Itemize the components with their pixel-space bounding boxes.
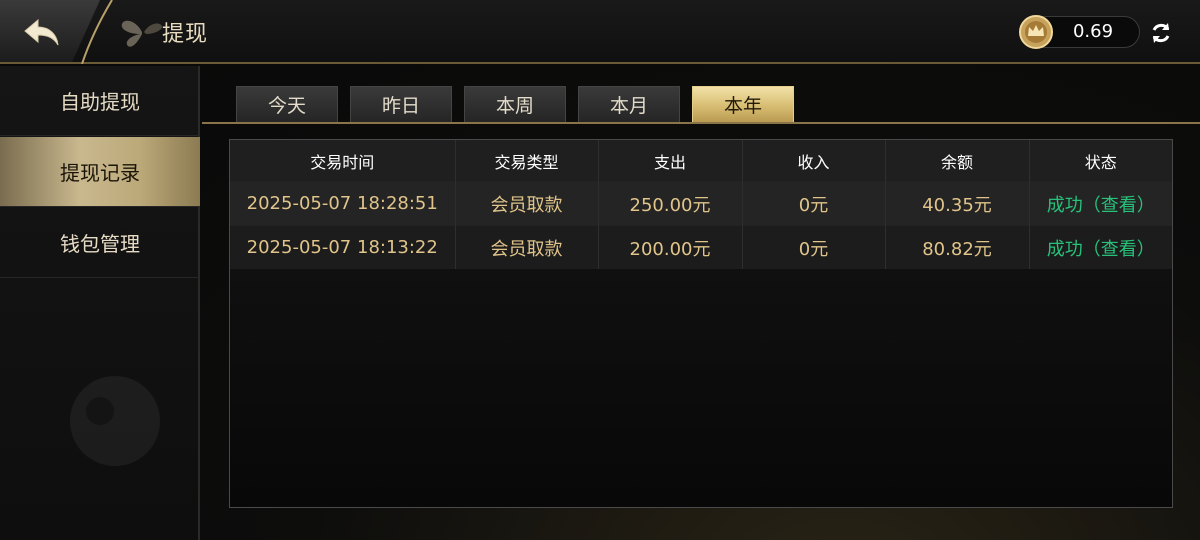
table-row: 2025-05-07 18:28:51 会员取款 250.00元 0元 40.3… [230,181,1172,226]
balance-value: 0.69 [1072,21,1114,42]
records-panel: 交易时间 交易类型 支出 收入 余额 状态 2025-05-07 18:28:5… [229,139,1173,508]
cell-expense: 250.00元 [598,181,743,226]
column-header-type: 交易类型 [455,140,599,182]
cell-time: 2025-05-07 18:13:22 [230,225,456,269]
table-header-row: 交易时间 交易类型 支出 收入 余额 状态 [230,140,1172,182]
sidebar-item-wallet-management[interactable]: 钱包管理 [0,208,200,278]
cell-income: 0元 [742,181,886,226]
tab-today[interactable]: 今天 [236,86,338,122]
title-area: 提现 [118,10,208,54]
tab-yesterday[interactable]: 昨日 [350,86,452,122]
sidebar-decoration-icon [70,376,160,466]
header-bar: 提现 0.69 [0,0,1200,64]
column-header-expense: 支出 [598,140,743,182]
back-arrow-icon [24,18,59,46]
butterfly-icon [121,20,163,47]
refresh-icon[interactable] [1148,20,1174,46]
cell-time: 2025-05-07 18:28:51 [230,181,456,226]
table-row: 2025-05-07 18:13:22 会员取款 200.00元 0元 80.8… [230,225,1172,269]
tabs-underline [202,122,1200,124]
cell-balance: 40.35元 [885,181,1030,226]
cell-type: 会员取款 [455,225,599,269]
status-view-link[interactable]: 成功（查看） [1029,181,1172,226]
column-header-time: 交易时间 [230,140,456,182]
withdraw-screen: 提现 0.69 自助提现 提现记录 钱包管理 今天 昨日 本周 本月 本年 交易… [0,0,1200,540]
tab-this-week[interactable]: 本周 [464,86,566,122]
cell-type: 会员取款 [455,181,599,226]
crown-coin-icon [1019,15,1053,49]
status-view-link[interactable]: 成功（查看） [1029,225,1172,269]
cell-expense: 200.00元 [598,225,743,269]
sidebar-item-self-withdraw[interactable]: 自助提现 [0,66,200,136]
sidebar-item-withdraw-records[interactable]: 提现记录 [0,137,200,207]
page-title: 提现 [162,22,209,47]
sidebar: 自助提现 提现记录 钱包管理 [0,66,200,540]
records-table: 交易时间 交易类型 支出 收入 余额 状态 2025-05-07 18:28:5… [230,140,1172,269]
column-header-status: 状态 [1029,140,1172,182]
header-divider-curve [81,0,113,64]
tab-this-month[interactable]: 本月 [578,86,680,122]
cell-income: 0元 [742,225,886,269]
tab-this-year[interactable]: 本年 [692,86,794,122]
cell-balance: 80.82元 [885,225,1030,269]
column-header-balance: 余额 [885,140,1030,182]
column-header-income: 收入 [742,140,886,182]
